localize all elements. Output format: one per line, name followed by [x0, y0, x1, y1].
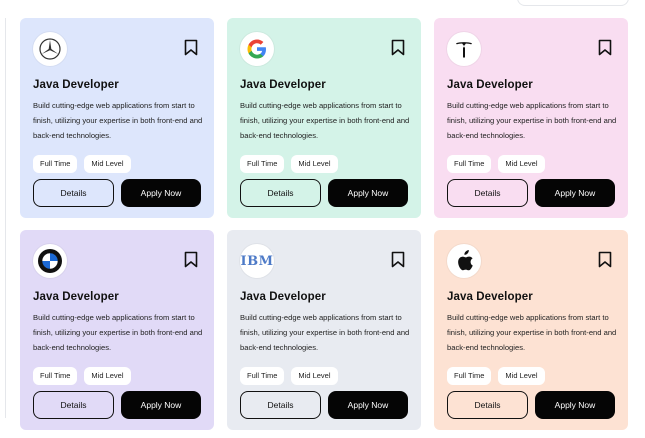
job-title: Java Developer: [33, 291, 119, 303]
apply-now-button[interactable]: Apply Now: [535, 391, 615, 419]
job-title: Java Developer: [33, 79, 119, 91]
tag-level: Mid Level: [84, 367, 131, 385]
tag-employment-type: Full Time: [33, 155, 78, 173]
bookmark-icon[interactable]: [184, 251, 198, 268]
job-description: Build cutting-edge web applications from…: [240, 101, 410, 140]
job-description: Build cutting-edge web applications from…: [447, 101, 617, 140]
tag-level: Mid Level: [291, 367, 338, 385]
job-card-grid: Java Developer Build cutting-edge web ap…: [0, 0, 645, 438]
tag-employment-type: Full Time: [240, 155, 285, 173]
job-description: Build cutting-edge web applications from…: [33, 313, 203, 352]
details-button[interactable]: Details: [447, 391, 528, 419]
details-button[interactable]: Details: [33, 391, 114, 419]
apple-logo-icon: [447, 244, 481, 278]
job-tags: Full Time Mid Level: [240, 155, 408, 173]
details-button[interactable]: Details: [240, 391, 321, 419]
job-card: IBM Java Developer Build cutting-edge we…: [227, 230, 421, 430]
card-actions: Details Apply Now: [240, 179, 408, 207]
apply-now-button[interactable]: Apply Now: [328, 391, 408, 419]
job-description: Build cutting-edge web applications from…: [240, 313, 410, 352]
details-button[interactable]: Details: [33, 179, 114, 207]
job-title: Java Developer: [447, 79, 533, 91]
card-actions: Details Apply Now: [240, 391, 408, 419]
mercedes-logo-icon: [33, 32, 67, 66]
job-title: Java Developer: [240, 291, 326, 303]
ibm-logo-icon: IBM: [240, 244, 274, 278]
tag-level: Mid Level: [291, 155, 338, 173]
apply-now-button[interactable]: Apply Now: [121, 391, 201, 419]
job-tags: Full Time Mid Level: [240, 367, 408, 385]
tag-employment-type: Full Time: [240, 367, 285, 385]
apply-now-button[interactable]: Apply Now: [328, 179, 408, 207]
job-card: Java Developer Build cutting-edge web ap…: [227, 18, 421, 218]
job-card: Java Developer Build cutting-edge web ap…: [20, 230, 214, 430]
job-card: Java Developer Build cutting-edge web ap…: [20, 18, 214, 218]
tag-employment-type: Full Time: [447, 367, 492, 385]
tesla-logo-icon: [447, 32, 481, 66]
bookmark-icon[interactable]: [391, 251, 405, 268]
card-actions: Details Apply Now: [447, 391, 615, 419]
bookmark-icon[interactable]: [598, 251, 612, 268]
google-logo-icon: [240, 32, 274, 66]
job-title: Java Developer: [240, 79, 326, 91]
job-title: Java Developer: [447, 291, 533, 303]
details-button[interactable]: Details: [240, 179, 321, 207]
job-tags: Full Time Mid Level: [33, 155, 201, 173]
job-description: Build cutting-edge web applications from…: [447, 313, 617, 352]
details-button[interactable]: Details: [447, 179, 528, 207]
job-tags: Full Time Mid Level: [447, 367, 615, 385]
tag-employment-type: Full Time: [447, 155, 492, 173]
tag-employment-type: Full Time: [33, 367, 78, 385]
job-description: Build cutting-edge web applications from…: [33, 101, 203, 140]
ibm-logo-text: IBM: [240, 253, 274, 269]
apply-now-button[interactable]: Apply Now: [535, 179, 615, 207]
tag-level: Mid Level: [84, 155, 131, 173]
job-tags: Full Time Mid Level: [447, 155, 615, 173]
job-tags: Full Time Mid Level: [33, 367, 201, 385]
tag-level: Mid Level: [498, 367, 545, 385]
job-listings-page: Java Developer Build cutting-edge web ap…: [0, 0, 645, 438]
card-actions: Details Apply Now: [33, 391, 201, 419]
bmw-logo-icon: [33, 244, 67, 278]
card-actions: Details Apply Now: [447, 179, 615, 207]
job-card: Java Developer Build cutting-edge web ap…: [434, 230, 628, 430]
bookmark-icon[interactable]: [391, 39, 405, 56]
bookmark-icon[interactable]: [184, 39, 198, 56]
tag-level: Mid Level: [498, 155, 545, 173]
job-card: Java Developer Build cutting-edge web ap…: [434, 18, 628, 218]
bookmark-icon[interactable]: [598, 39, 612, 56]
apply-now-button[interactable]: Apply Now: [121, 179, 201, 207]
card-actions: Details Apply Now: [33, 179, 201, 207]
